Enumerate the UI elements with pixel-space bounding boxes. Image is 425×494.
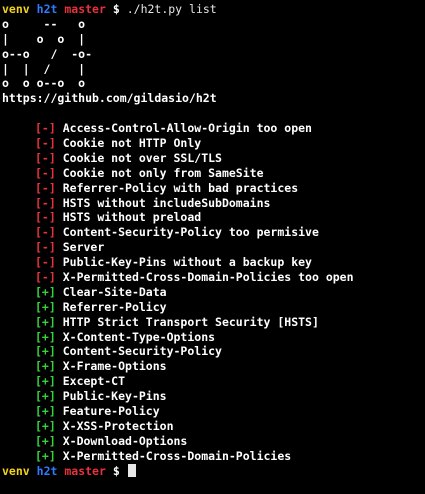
good-header-item: [+] HTTP Strict Transport Security [HSTS…: [2, 315, 425, 330]
bad-header-item: [-] X-Permitted-Cross-Domain-Policies to…: [2, 270, 425, 285]
good-header-item: [+] X-Download-Options: [2, 434, 425, 449]
good-marker: [+]: [35, 448, 56, 463]
bad-marker: [-]: [35, 195, 56, 210]
good-marker: [+]: [35, 344, 56, 359]
bad-header-item: [-] Cookie not only from SameSite: [2, 166, 425, 181]
bad-header-item: [-] Access-Control-Allow-Origin too open: [2, 121, 425, 136]
good-marker: [+]: [35, 359, 56, 374]
bad-marker: [-]: [35, 255, 56, 270]
prompt-venv: venv: [2, 2, 30, 16]
item-label: Content-Security-Policy: [62, 344, 222, 359]
repository-url: https://github.com/gildasio/h2t: [2, 91, 217, 106]
prompt-venv: venv: [2, 463, 30, 478]
good-marker: [+]: [35, 284, 56, 299]
good-marker: [+]: [35, 314, 56, 329]
item-label: HSTS without preload: [62, 210, 202, 225]
item-label: Referrer-Policy with bad practices: [62, 180, 299, 195]
bad-marker: [-]: [35, 180, 56, 195]
bad-marker: [-]: [35, 150, 56, 165]
item-label: X-Download-Options: [62, 433, 188, 448]
item-label: Public-Key-Pins without a backup key: [62, 255, 312, 270]
prompt-git-branch: master: [64, 463, 106, 478]
item-label: Except-CT: [62, 374, 126, 389]
item-label: X-Content-Type-Options: [62, 329, 216, 344]
text-cursor[interactable]: [127, 463, 136, 477]
item-label: Cookie not only from SameSite: [62, 165, 264, 180]
bad-marker: [-]: [35, 225, 56, 240]
prompt-symbol: $: [112, 2, 120, 16]
bad-marker: [-]: [35, 210, 56, 225]
good-header-item: [+] X-Permitted-Cross-Domain-Policies: [2, 449, 425, 464]
good-header-item: [+] Public-Key-Pins: [2, 389, 425, 404]
ascii-logo: o -- o | o o | o--o / -o- | | / | o o o-…: [2, 17, 425, 91]
item-label: X-XSS-Protection: [62, 418, 174, 433]
bad-header-item: [-] Server: [2, 240, 425, 255]
prompt-git-branch: master: [64, 2, 106, 16]
good-header-item: [+] X-XSS-Protection: [2, 419, 425, 434]
item-label: Content-Security-Policy too permisive: [62, 225, 319, 240]
item-label: Referrer-Policy: [62, 299, 167, 314]
good-marker: [+]: [35, 299, 56, 314]
item-label: Server: [62, 240, 105, 255]
item-label: X-Permitted-Cross-Domain-Policies: [62, 448, 292, 463]
item-label: HTTP Strict Transport Security [HSTS]: [62, 314, 319, 329]
good-marker: [+]: [35, 329, 56, 344]
prompt-directory: h2t: [36, 463, 58, 478]
good-header-item: [+] Feature-Policy: [2, 404, 425, 419]
prompt-symbol: $: [112, 463, 120, 478]
bad-marker: [-]: [35, 270, 56, 285]
good-marker: [+]: [35, 418, 56, 433]
good-marker: [+]: [35, 433, 56, 448]
bad-marker: [-]: [35, 136, 56, 151]
item-label: Feature-Policy: [62, 404, 160, 419]
terminal-window[interactable]: venv h2t master $ ./h2t.py list o -- o |…: [0, 0, 425, 494]
item-label: Public-Key-Pins: [62, 389, 167, 404]
good-header-item: [+] Except-CT: [2, 374, 425, 389]
ascii-logo-line: | o o |: [2, 31, 86, 46]
ascii-logo-line: o o o--o o: [2, 76, 86, 91]
prompt-directory: h2t: [36, 2, 58, 16]
item-label: Access-Control-Allow-Origin too open: [62, 121, 312, 136]
bad-marker: [-]: [35, 121, 56, 136]
good-header-item: [+] X-Content-Type-Options: [2, 330, 425, 345]
bad-header-item: [-] Public-Key-Pins without a backup key: [2, 255, 425, 270]
good-marker: [+]: [35, 374, 56, 389]
good-header-item: [+] Referrer-Policy: [2, 300, 425, 315]
ascii-logo-line: o -- o: [2, 16, 86, 31]
bad-header-item: [-] Content-Security-Policy too permisiv…: [2, 225, 425, 240]
header-check-list: [-] Access-Control-Allow-Origin too open…: [2, 121, 425, 463]
item-label: X-Permitted-Cross-Domain-Policies too op…: [62, 270, 354, 285]
good-header-item: [+] Content-Security-Policy: [2, 344, 425, 359]
command-prompt-line: venv h2t master $ ./h2t.py list: [2, 2, 425, 17]
bad-header-item: [-] Referrer-Policy with bad practices: [2, 181, 425, 196]
good-header-item: [+] Clear-Site-Data: [2, 285, 425, 300]
item-label: Clear-Site-Data: [62, 284, 167, 299]
item-label: Cookie not over SSL/TLS: [62, 150, 222, 165]
good-marker: [+]: [35, 389, 56, 404]
ascii-logo-line: | | / |: [2, 61, 86, 76]
bad-header-item: [-] Cookie not over SSL/TLS: [2, 151, 425, 166]
item-label: Cookie not HTTP Only: [62, 136, 202, 151]
good-marker: [+]: [35, 404, 56, 419]
good-header-item: [+] X-Frame-Options: [2, 359, 425, 374]
active-prompt-line[interactable]: venv h2t master $: [2, 463, 425, 479]
bad-marker: [-]: [35, 240, 56, 255]
bad-header-item: [-] Cookie not HTTP Only: [2, 136, 425, 151]
item-label: HSTS without includeSubDomains: [62, 195, 271, 210]
command-text: ./h2t.py list: [126, 2, 217, 16]
bad-marker: [-]: [35, 165, 56, 180]
bad-header-item: [-] HSTS without includeSubDomains: [2, 196, 425, 211]
bad-header-item: [-] HSTS without preload: [2, 210, 425, 225]
ascii-logo-line: o--o / -o-: [2, 46, 93, 61]
item-label: X-Frame-Options: [62, 359, 167, 374]
